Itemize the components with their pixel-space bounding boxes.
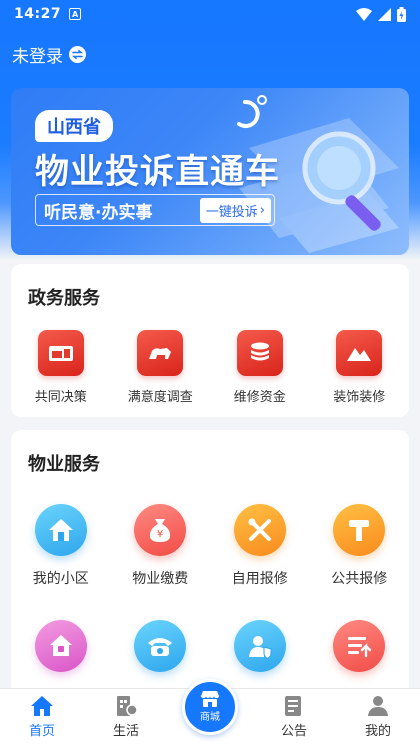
login-switch[interactable]: 未登录 xyxy=(12,42,86,67)
property-services-row-2 xyxy=(11,620,409,672)
home-icon xyxy=(34,504,87,556)
gov-service-survey[interactable]: 满意度调查 xyxy=(111,330,211,405)
gov-services-card: 政务服务 共同决策 满意度调查 维修资金 装饰装修 xyxy=(11,264,409,417)
property-service-5[interactable] xyxy=(11,620,111,672)
chevron-right-icon: › xyxy=(259,202,265,218)
tab-label: 生活 xyxy=(112,724,139,739)
gov-service-label: 装饰装修 xyxy=(333,390,386,405)
property-service-public-repair[interactable]: 公共报修 xyxy=(310,504,410,588)
gov-service-decoration[interactable]: 装饰装修 xyxy=(310,330,410,405)
tab-life[interactable]: 生活 xyxy=(84,689,168,746)
property-service-label: 自用报修 xyxy=(231,571,288,587)
survey-icon xyxy=(137,330,184,376)
gov-service-label: 共同决策 xyxy=(34,390,87,405)
switch-icon xyxy=(69,46,86,63)
complaint-banner[interactable]: 山西省 物业投诉直通车 听民意·办实事 一键投诉 › xyxy=(11,88,409,255)
store-tab-icon xyxy=(201,691,219,707)
notification-badge: A xyxy=(69,8,82,20)
mall-label: 商城 xyxy=(200,712,220,723)
banner-headline: 物业投诉直通车 xyxy=(35,152,280,192)
user-shield-icon xyxy=(233,620,286,672)
status-time: 14:27 xyxy=(14,6,62,22)
tools-icon xyxy=(233,504,286,556)
property-service-my-community[interactable]: 我的小区 xyxy=(11,504,111,588)
battery-icon xyxy=(397,6,406,22)
tab-profile[interactable]: 我的 xyxy=(336,689,420,746)
property-services-title: 物业服务 xyxy=(28,454,100,475)
gov-service-label: 满意度调查 xyxy=(127,390,193,405)
hammer-icon xyxy=(333,504,386,556)
tab-mall[interactable]: 商城 xyxy=(182,679,238,735)
property-service-6[interactable] xyxy=(111,620,211,672)
gov-services-title: 政务服务 xyxy=(28,288,100,309)
svg-text:¥: ¥ xyxy=(157,529,163,540)
gov-service-label: 维修资金 xyxy=(233,390,286,405)
phone-icon xyxy=(134,620,187,672)
property-service-8[interactable] xyxy=(310,620,410,672)
banner-province-tag: 山西省 xyxy=(35,110,113,142)
life-tab-icon xyxy=(117,696,138,716)
property-service-fee[interactable]: ¥ 物业缴费 xyxy=(111,504,211,588)
coins-icon xyxy=(236,330,283,376)
property-services-row-1: 我的小区 ¥ 物业缴费 自用报修 公共报修 xyxy=(11,504,409,588)
tab-notice[interactable]: 公告 xyxy=(252,689,336,746)
banner-slogan-box: 听民意·办实事 一键投诉 › xyxy=(35,194,275,226)
gov-services-grid: 共同决策 满意度调查 维修资金 装饰装修 xyxy=(11,330,409,405)
tab-label: 我的 xyxy=(364,724,391,739)
banner-slogan: 听民意·办实事 xyxy=(44,202,153,223)
wifi-icon xyxy=(356,7,372,21)
tab-home[interactable]: 首页 xyxy=(0,689,84,746)
tab-label: 首页 xyxy=(28,724,55,739)
login-status-text: 未登录 xyxy=(12,47,63,67)
home-tab-icon xyxy=(31,696,53,716)
property-service-label: 物业缴费 xyxy=(132,571,189,587)
one-click-complaint-button[interactable]: 一键投诉 › xyxy=(199,197,271,223)
tab-label: 公告 xyxy=(280,724,307,739)
gov-service-fund[interactable]: 维修资金 xyxy=(210,330,310,405)
profile-tab-icon xyxy=(368,696,388,716)
signal-icon xyxy=(378,7,391,21)
house-lock-icon xyxy=(34,620,87,672)
list-upload-icon xyxy=(333,620,386,672)
status-bar: 14:27 A xyxy=(0,0,420,28)
property-service-7[interactable] xyxy=(210,620,310,672)
decision-icon xyxy=(37,330,84,376)
notice-tab-icon xyxy=(285,696,301,716)
gov-service-decision[interactable]: 共同决策 xyxy=(11,330,111,405)
property-service-self-repair[interactable]: 自用报修 xyxy=(210,504,310,588)
mountain-icon xyxy=(336,330,383,376)
property-service-label: 公共报修 xyxy=(331,571,388,587)
money-bag-icon: ¥ xyxy=(134,504,187,556)
cta-label: 一键投诉 xyxy=(205,204,258,220)
property-service-label: 我的小区 xyxy=(32,571,89,587)
